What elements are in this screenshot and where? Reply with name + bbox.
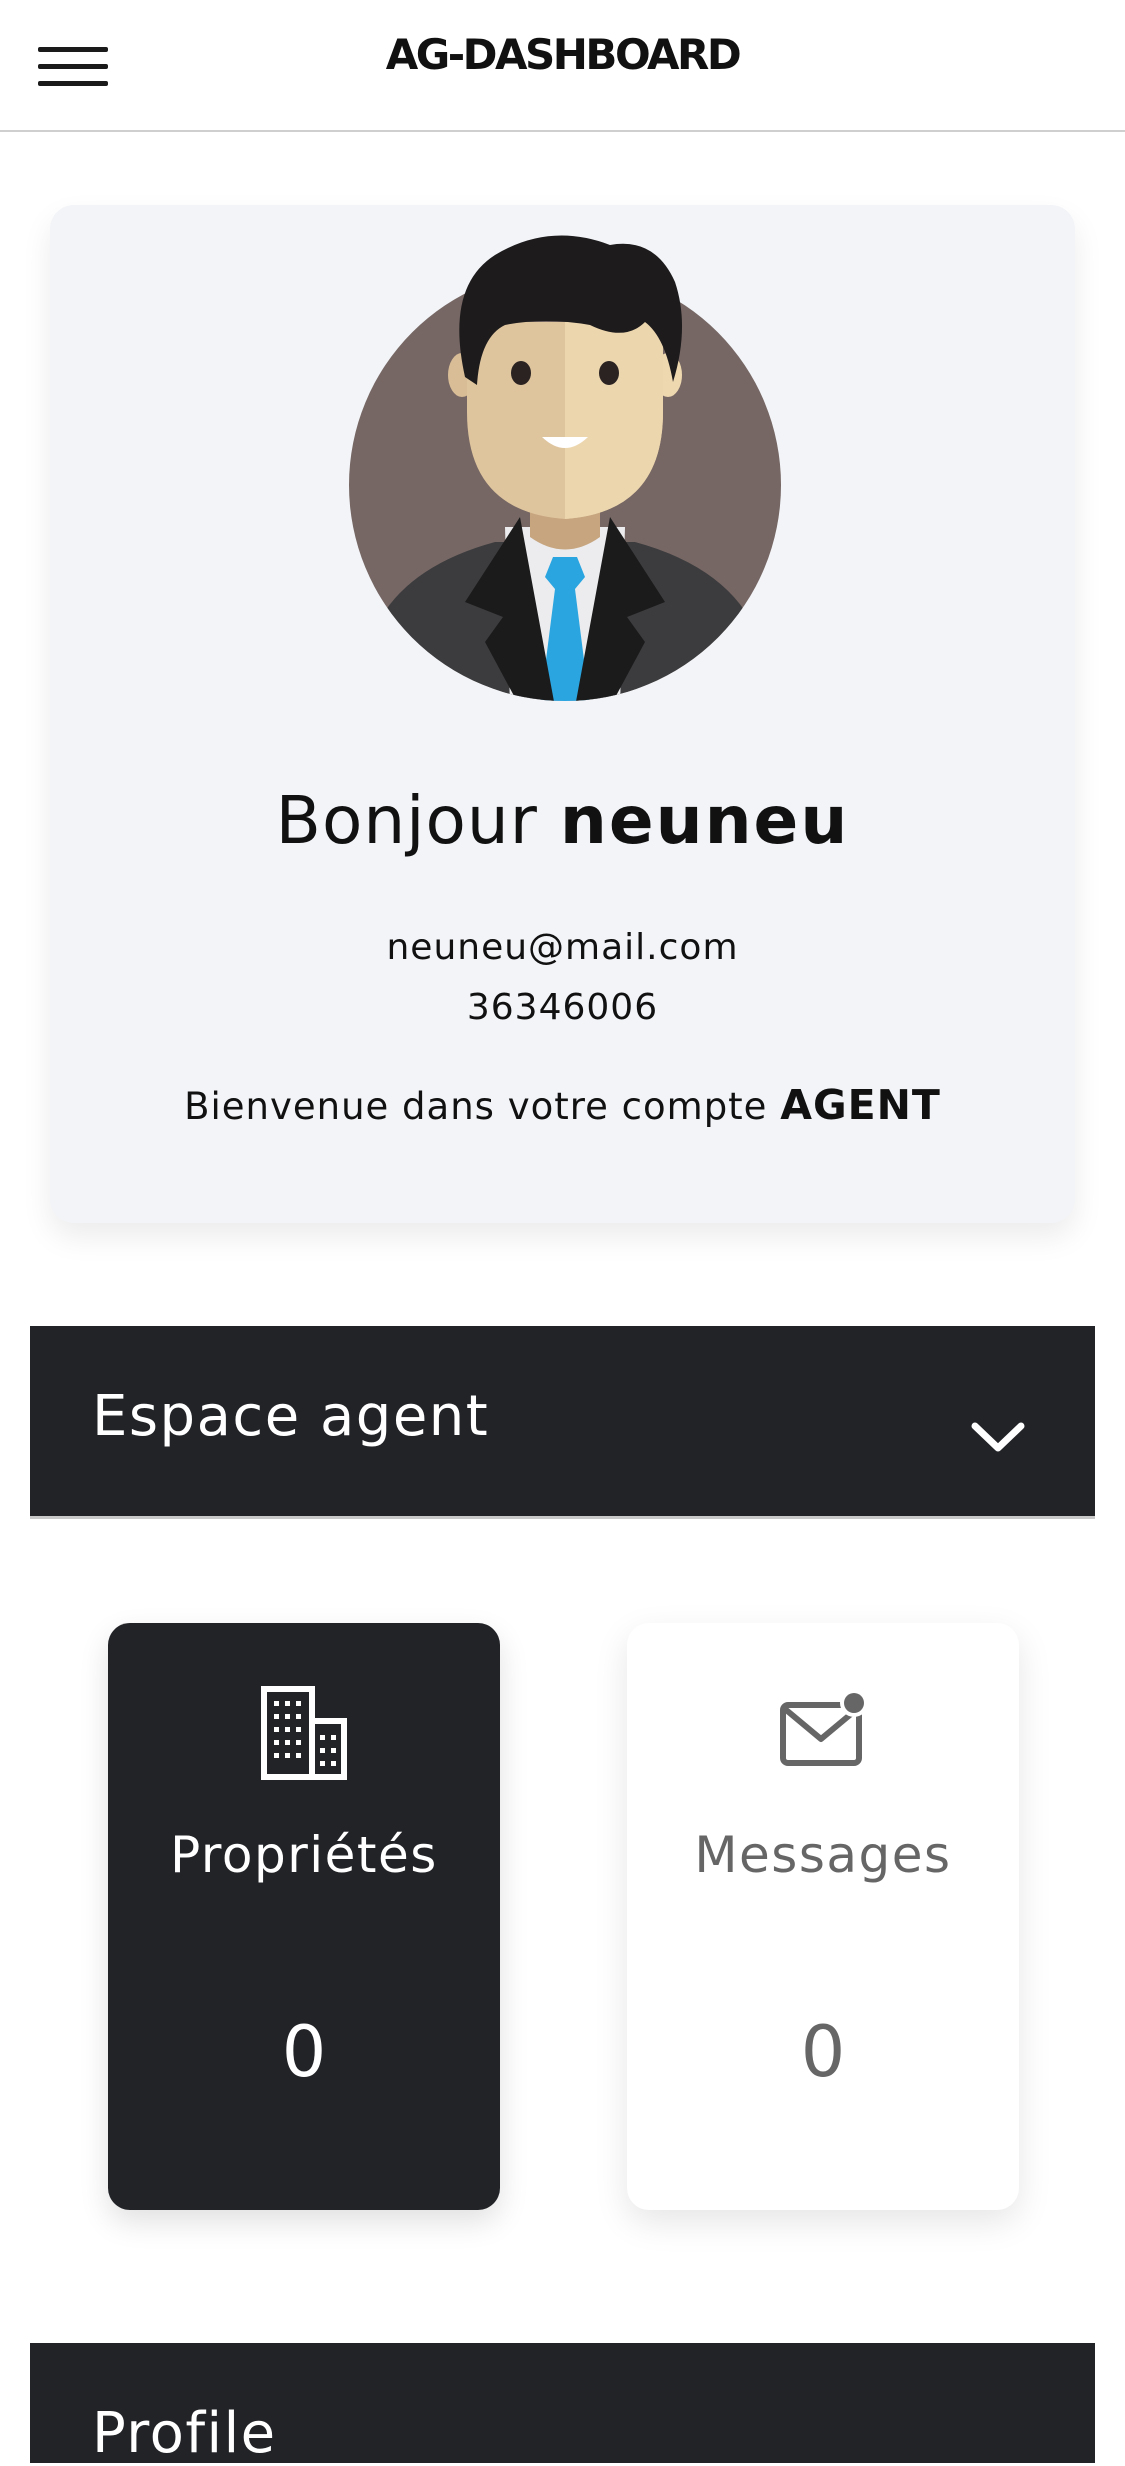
building-icon bbox=[261, 1686, 347, 1780]
account-type: AGENT bbox=[780, 1081, 941, 1129]
user-email: neuneu@mail.com bbox=[386, 927, 739, 968]
top-bar: AG-DASHBOARD bbox=[0, 0, 1125, 132]
messages-label: Messages bbox=[694, 1826, 952, 1884]
user-phone: 36346006 bbox=[466, 987, 659, 1028]
chevron-down-icon[interactable] bbox=[970, 1418, 1026, 1454]
messages-tile[interactable]: Messages 0 bbox=[627, 1623, 1019, 2210]
avatar bbox=[349, 235, 781, 701]
properties-count: 0 bbox=[281, 2011, 327, 2093]
agent-space-title: Espace agent bbox=[92, 1384, 490, 1449]
greeting: Bonjour neuneu bbox=[50, 782, 1075, 859]
greeting-prefix: Bonjour bbox=[275, 782, 538, 859]
properties-tile[interactable]: Propriétés 0 bbox=[108, 1623, 500, 2210]
menu-line bbox=[38, 81, 108, 86]
username: neuneu bbox=[559, 782, 850, 859]
mail-notification-icon bbox=[780, 1689, 868, 1766]
welcome-message: Bienvenue dans votre compte AGENT bbox=[50, 1081, 1075, 1129]
properties-label: Propriétés bbox=[170, 1826, 438, 1884]
profile-section-header[interactable]: Profile bbox=[30, 2343, 1095, 2466]
welcome-prefix: Bienvenue dans votre compte bbox=[184, 1085, 768, 1128]
profile-card: Bonjour neuneu neuneu@mail.com 36346006 … bbox=[50, 205, 1075, 1223]
app-title: AG-DASHBOARD bbox=[385, 30, 742, 79]
messages-count: 0 bbox=[800, 2011, 846, 2093]
agent-space-header[interactable]: Espace agent bbox=[30, 1326, 1095, 1519]
profile-section-title: Profile bbox=[92, 2401, 277, 2466]
